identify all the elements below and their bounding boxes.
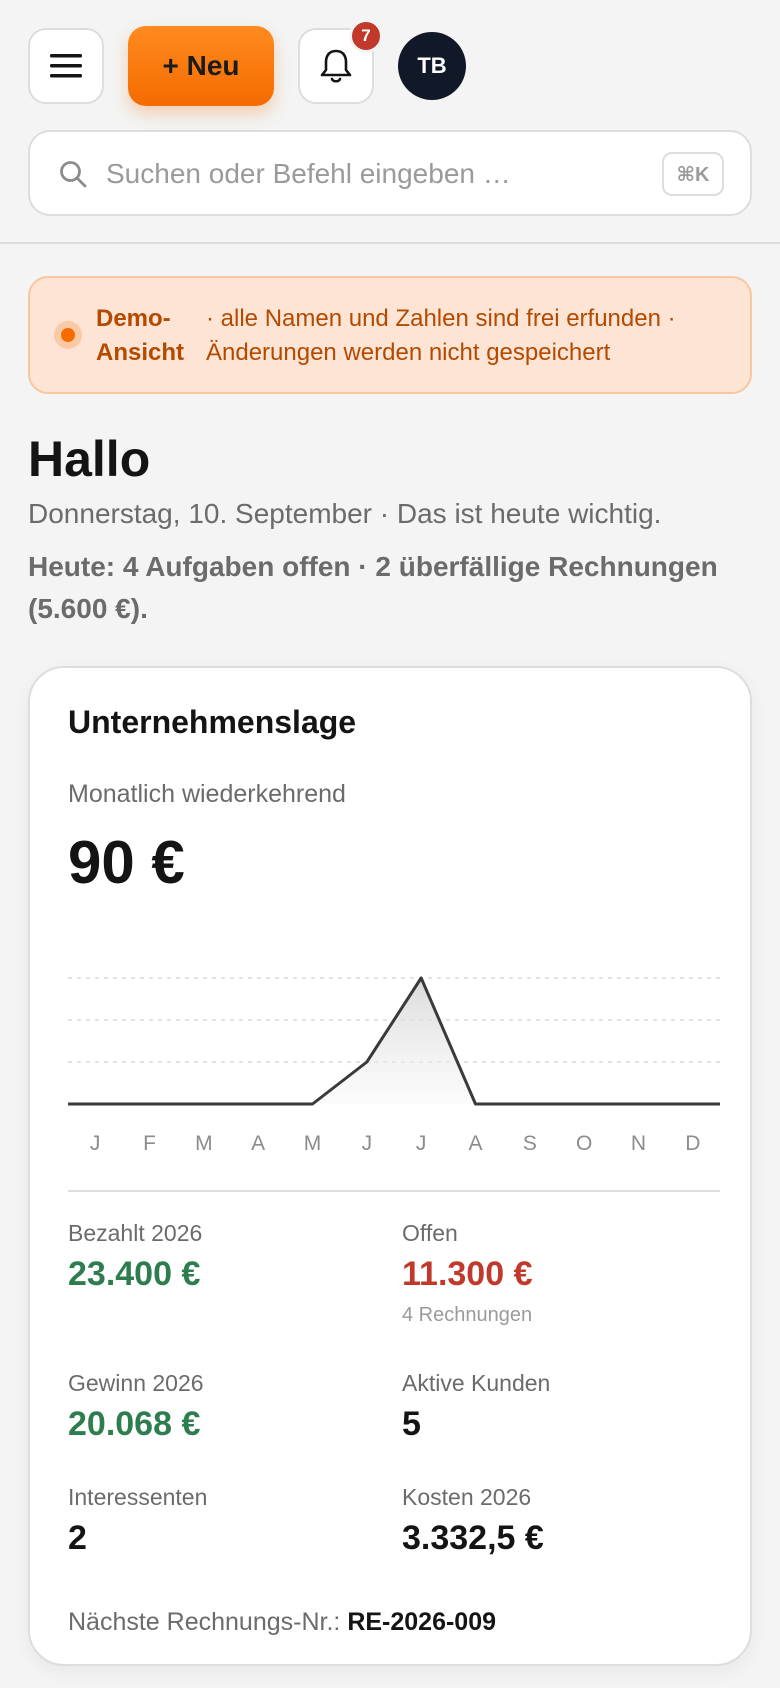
chart-tick-label: J: [415, 1132, 427, 1155]
chart-tick-label: J: [89, 1132, 101, 1155]
chart-tick-label: N: [630, 1132, 647, 1155]
menu-button[interactable]: [28, 28, 104, 104]
status-dot-icon: [54, 321, 82, 349]
mrr-chart: [68, 976, 720, 1106]
chart-tick-label: M: [303, 1132, 322, 1155]
mrr-value: 90 €: [68, 829, 185, 896]
stat-leads-label: Interessenten: [68, 1484, 208, 1510]
stat-open-label: Offen: [402, 1220, 458, 1246]
menu-icon: [50, 54, 82, 78]
next-invoice-label: Nächste Rechnungs-Nr.:: [68, 1608, 341, 1636]
page-title: Hallo: [28, 431, 151, 487]
bell-icon: [320, 49, 352, 83]
stat-open[interactable]: Offen 11.300 € 4 Rechnungen: [402, 1220, 532, 1327]
demo-text: · alle Namen und Zahlen sind frei erfund…: [206, 305, 676, 366]
chart-tick-label: A: [251, 1132, 266, 1155]
divider: [68, 1190, 720, 1192]
shortcut-hint: ⌘K: [662, 152, 724, 196]
stat-costs: Kosten 2026 3.332,5 €: [402, 1484, 544, 1558]
search-icon: [60, 161, 87, 188]
card-title: Unternehmenslage: [68, 704, 357, 740]
top-bar: + Neu 7 TB ⌘K: [0, 0, 780, 244]
stat-paid-value: 23.400 €: [68, 1255, 201, 1293]
chart-tick-label: S: [522, 1132, 537, 1155]
search-input[interactable]: [106, 152, 586, 196]
stat-customers-label: Aktive Kunden: [402, 1370, 551, 1396]
next-invoice-number: Nächste Rechnungs-Nr.: RE-2026-009: [68, 1608, 496, 1637]
date-line: Donnerstag, 10. September · Das ist heut…: [28, 498, 662, 529]
stat-customers[interactable]: Aktive Kunden 5: [402, 1370, 550, 1444]
stat-leads-value: 2: [68, 1519, 87, 1557]
mrr-label: Monatlich wiederkehrend: [68, 780, 346, 808]
chart-tick-label: O: [575, 1132, 593, 1155]
new-button[interactable]: + Neu: [128, 26, 274, 106]
stat-costs-label: Kosten 2026: [402, 1484, 532, 1510]
chart-tick-label: F: [143, 1132, 156, 1155]
stat-open-sub: 4 Rechnungen: [402, 1304, 533, 1326]
stat-profit-value: 20.068 €: [68, 1405, 201, 1443]
stat-profit-label: Gewinn 2026: [68, 1370, 204, 1396]
chart-tick-label: M: [195, 1132, 213, 1155]
stat-open-value: 11.300 €: [402, 1255, 533, 1293]
stat-costs-value: 3.332,5 €: [402, 1519, 544, 1557]
chart-area: [68, 978, 720, 1104]
stat-paid: Bezahlt 2026 23.400 €: [68, 1220, 202, 1294]
notification-count-badge: 7: [349, 19, 383, 53]
chart-tick-label: A: [468, 1132, 483, 1155]
stat-leads[interactable]: Interessenten 2: [68, 1484, 207, 1558]
chart-month-labels: JFMAMJJASOND: [68, 1132, 720, 1162]
business-overview-card: Unternehmenslage Monatlich wiederkehrend…: [28, 666, 752, 1666]
demo-banner: Demo-Ansicht · alle Namen und Zahlen sin…: [28, 276, 752, 394]
today-summary: Heute: 4 Aufgaben offen · 2 überfällige …: [28, 551, 718, 624]
chart-tick-label: J: [361, 1132, 373, 1155]
user-avatar[interactable]: TB: [398, 32, 466, 100]
stat-profit: Gewinn 2026 20.068 €: [68, 1370, 204, 1444]
next-invoice-value: RE-2026-009: [347, 1608, 497, 1636]
stat-paid-label: Bezahlt 2026: [68, 1220, 203, 1246]
search-bar[interactable]: ⌘K: [28, 130, 752, 216]
stat-customers-value: 5: [402, 1405, 421, 1443]
demo-label: Demo-Ansicht: [96, 305, 185, 366]
chart-tick-label: D: [685, 1132, 701, 1155]
